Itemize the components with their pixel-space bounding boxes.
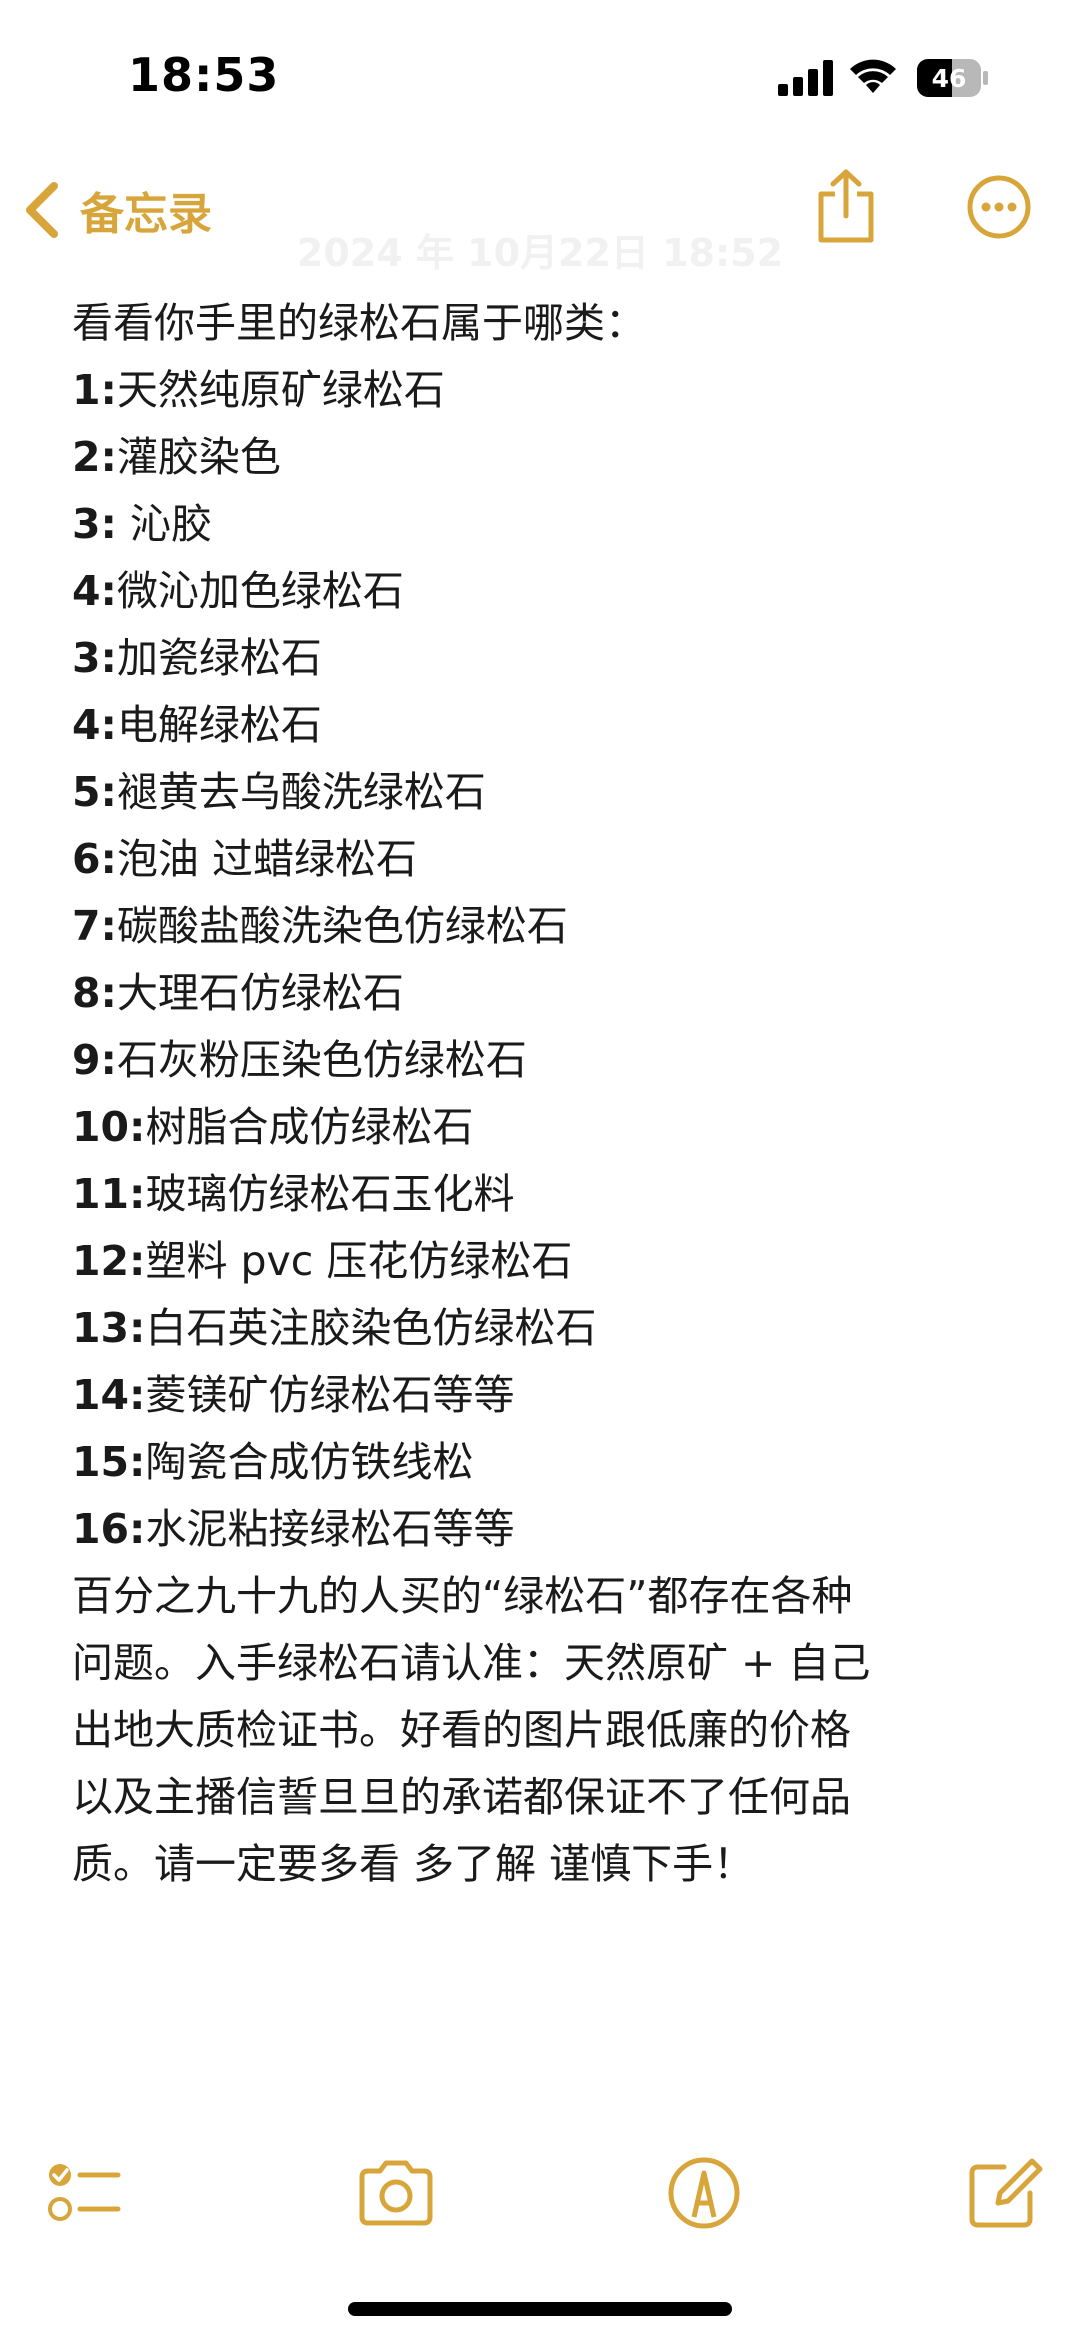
list-item: 15:陶瓷合成仿铁线松 bbox=[72, 1438, 474, 1486]
bottom-toolbar bbox=[0, 2145, 1080, 2245]
list-item: 13:白石英注胶染色仿绿松石 bbox=[72, 1304, 597, 1352]
closing-line: 质。请一定要多看 多了解 谨慎下手！ bbox=[72, 1840, 755, 1888]
share-icon bbox=[818, 169, 874, 243]
list-item: 4:电解绿松石 bbox=[72, 701, 322, 749]
notes-app-screen: 18:53 46 2024 年 10月22日 18:52 备忘录 看看你手里的绿… bbox=[0, 0, 1080, 2341]
list-item: 14:菱镁矿仿绿松石等等 bbox=[72, 1371, 515, 1419]
list-item: 3:加瓷绿松石 bbox=[72, 634, 322, 682]
note-heading: 看看你手里的绿松石属于哪类： bbox=[72, 299, 646, 347]
markup-button[interactable] bbox=[664, 2153, 744, 2233]
compose-icon bbox=[969, 2158, 1043, 2228]
status-time: 18:53 bbox=[128, 48, 280, 102]
list-item: 6:泡油 过蜡绿松石 bbox=[72, 835, 417, 883]
note-body[interactable]: 看看你手里的绿松石属于哪类： 1:天然纯原矿绿松石 2:灌胶染色 3: 沁胶 4… bbox=[72, 290, 1022, 1898]
list-item: 1:天然纯原矿绿松石 bbox=[72, 366, 445, 414]
checklist-button[interactable] bbox=[44, 2153, 124, 2233]
home-indicator[interactable] bbox=[348, 2302, 732, 2316]
list-item: 3: 沁胶 bbox=[72, 500, 212, 548]
list-item: 2:灌胶染色 bbox=[72, 433, 281, 481]
checklist-icon bbox=[48, 2164, 121, 2221]
more-button[interactable] bbox=[966, 174, 1032, 240]
list-item: 8:大理石仿绿松石 bbox=[72, 969, 404, 1017]
closing-line: 以及主播信誓旦旦的承诺都保证不了任何品 bbox=[72, 1773, 851, 1821]
closing-line: 出地大质检证书。好看的图片跟低廉的价格 bbox=[72, 1706, 851, 1754]
battery-icon: 46 bbox=[916, 58, 988, 98]
list-item: 10:树脂合成仿绿松石 bbox=[72, 1103, 474, 1151]
camera-icon bbox=[359, 2160, 433, 2226]
list-item: 12:塑料 pvc 压花仿绿松石 bbox=[72, 1237, 573, 1285]
closing-line: 问题。入手绿松石请认准：天然原矿 + 自己 bbox=[72, 1639, 871, 1687]
status-bar: 18:53 46 bbox=[0, 0, 1080, 150]
list-item: 11:玻璃仿绿松石玉化料 bbox=[72, 1170, 515, 1218]
list-item: 5:褪黄去乌酸洗绿松石 bbox=[72, 768, 486, 816]
back-label: 备忘录 bbox=[80, 189, 212, 240]
list-item: 7:碳酸盐酸洗染色仿绿松石 bbox=[72, 902, 568, 950]
signal-icon bbox=[778, 60, 834, 96]
compose-button[interactable] bbox=[964, 2153, 1044, 2233]
wifi-icon bbox=[848, 56, 898, 96]
closing-line: 百分之九十九的人买的“绿松石”都存在各种 bbox=[72, 1572, 853, 1620]
back-button[interactable]: 备忘录 bbox=[20, 170, 212, 250]
camera-button[interactable] bbox=[356, 2153, 436, 2233]
chevron-left-icon bbox=[26, 182, 58, 238]
more-icon bbox=[967, 175, 1031, 239]
list-item: 9:石灰粉压染色仿绿松石 bbox=[72, 1036, 527, 1084]
nav-bar: 2024 年 10月22日 18:52 备忘录 bbox=[0, 150, 1080, 275]
share-button[interactable] bbox=[815, 168, 877, 244]
list-item: 4:微沁加色绿松石 bbox=[72, 567, 404, 615]
list-item: 16:水泥粘接绿松石等等 bbox=[72, 1505, 515, 1553]
markup-icon bbox=[668, 2157, 740, 2229]
battery-level: 46 bbox=[932, 64, 967, 93]
